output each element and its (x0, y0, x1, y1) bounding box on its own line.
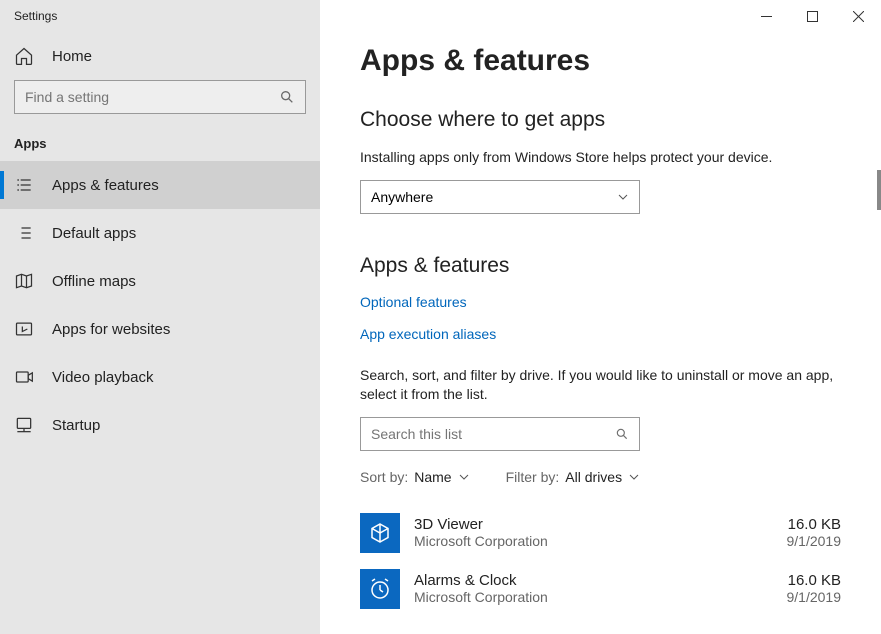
close-icon (853, 11, 864, 22)
chevron-down-icon (628, 471, 640, 483)
app-list-search-input[interactable] (371, 426, 615, 442)
minimize-button[interactable] (743, 0, 789, 32)
cube-icon (368, 521, 392, 545)
minimize-icon (761, 11, 772, 22)
sidebar-item-offline-maps[interactable]: Offline maps (0, 257, 320, 305)
maximize-button[interactable] (789, 0, 835, 32)
sidebar-item-apps-features[interactable]: Apps & features (0, 161, 320, 209)
websites-icon (14, 319, 34, 339)
scrollbar[interactable] (877, 170, 881, 210)
sort-value: Name (414, 469, 451, 485)
sort-label: Sort by: (360, 469, 408, 485)
app-install-date: 9/1/2019 (787, 533, 842, 549)
search-icon (615, 427, 629, 441)
sidebar: Settings Home Apps Apps & features Defau… (0, 0, 320, 634)
chevron-down-icon (617, 191, 629, 203)
search-input[interactable] (25, 89, 279, 105)
sidebar-item-label: Apps for websites (52, 321, 170, 338)
sidebar-item-default-apps[interactable]: Default apps (0, 209, 320, 257)
page-title: Apps & features (360, 44, 841, 78)
main-panel: Apps & features Choose where to get apps… (320, 0, 881, 634)
filter-by-dropdown[interactable]: Filter by: All drives (506, 469, 640, 485)
app-icon-3d-viewer (360, 513, 400, 553)
app-list-item[interactable]: 3D Viewer Microsoft Corporation 16.0 KB … (360, 505, 841, 561)
app-list-item[interactable]: Alarms & Clock Microsoft Corporation 16.… (360, 561, 841, 617)
startup-icon (14, 415, 34, 435)
app-icon-alarms-clock (360, 569, 400, 609)
filter-value: All drives (565, 469, 622, 485)
sort-by-dropdown[interactable]: Sort by: Name (360, 469, 470, 485)
chevron-down-icon (458, 471, 470, 483)
app-list-search[interactable] (360, 417, 640, 451)
default-apps-icon (14, 223, 34, 243)
app-publisher: Microsoft Corporation (414, 533, 773, 549)
home-label: Home (52, 48, 92, 65)
sidebar-item-startup[interactable]: Startup (0, 401, 320, 449)
maximize-icon (807, 11, 818, 22)
app-install-date: 9/1/2019 (787, 589, 842, 605)
sidebar-item-label: Apps & features (52, 177, 159, 194)
find-setting-search[interactable] (14, 80, 306, 114)
help-text-choose-where: Installing apps only from Windows Store … (360, 148, 841, 168)
home-button[interactable]: Home (0, 32, 320, 80)
search-icon (279, 89, 295, 105)
close-button[interactable] (835, 0, 881, 32)
app-publisher: Microsoft Corporation (414, 589, 773, 605)
link-app-execution-aliases[interactable]: App execution aliases (360, 326, 841, 342)
app-name: 3D Viewer (414, 516, 773, 533)
window-caption-buttons (743, 0, 881, 32)
sidebar-item-label: Default apps (52, 225, 136, 242)
app-source-dropdown[interactable]: Anywhere (360, 180, 640, 214)
home-icon (14, 46, 34, 66)
sidebar-item-label: Video playback (52, 369, 153, 386)
app-size: 16.0 KB (787, 572, 842, 589)
map-icon (14, 271, 34, 291)
sidebar-item-apps-for-websites[interactable]: Apps for websites (0, 305, 320, 353)
clock-icon (368, 577, 392, 601)
app-size: 16.0 KB (787, 516, 842, 533)
sidebar-item-label: Startup (52, 417, 100, 434)
link-optional-features[interactable]: Optional features (360, 294, 841, 310)
section-heading-choose-where: Choose where to get apps (360, 108, 841, 132)
apps-features-icon (14, 175, 34, 195)
dropdown-value: Anywhere (371, 189, 433, 205)
window-title: Settings (0, 0, 320, 32)
list-instructions: Search, sort, and filter by drive. If yo… (360, 366, 841, 405)
filter-label: Filter by: (506, 469, 560, 485)
section-heading-apps-features: Apps & features (360, 254, 841, 278)
sidebar-section-title: Apps (0, 132, 320, 161)
sidebar-item-label: Offline maps (52, 273, 136, 290)
app-name: Alarms & Clock (414, 572, 773, 589)
video-icon (14, 367, 34, 387)
sidebar-item-video-playback[interactable]: Video playback (0, 353, 320, 401)
